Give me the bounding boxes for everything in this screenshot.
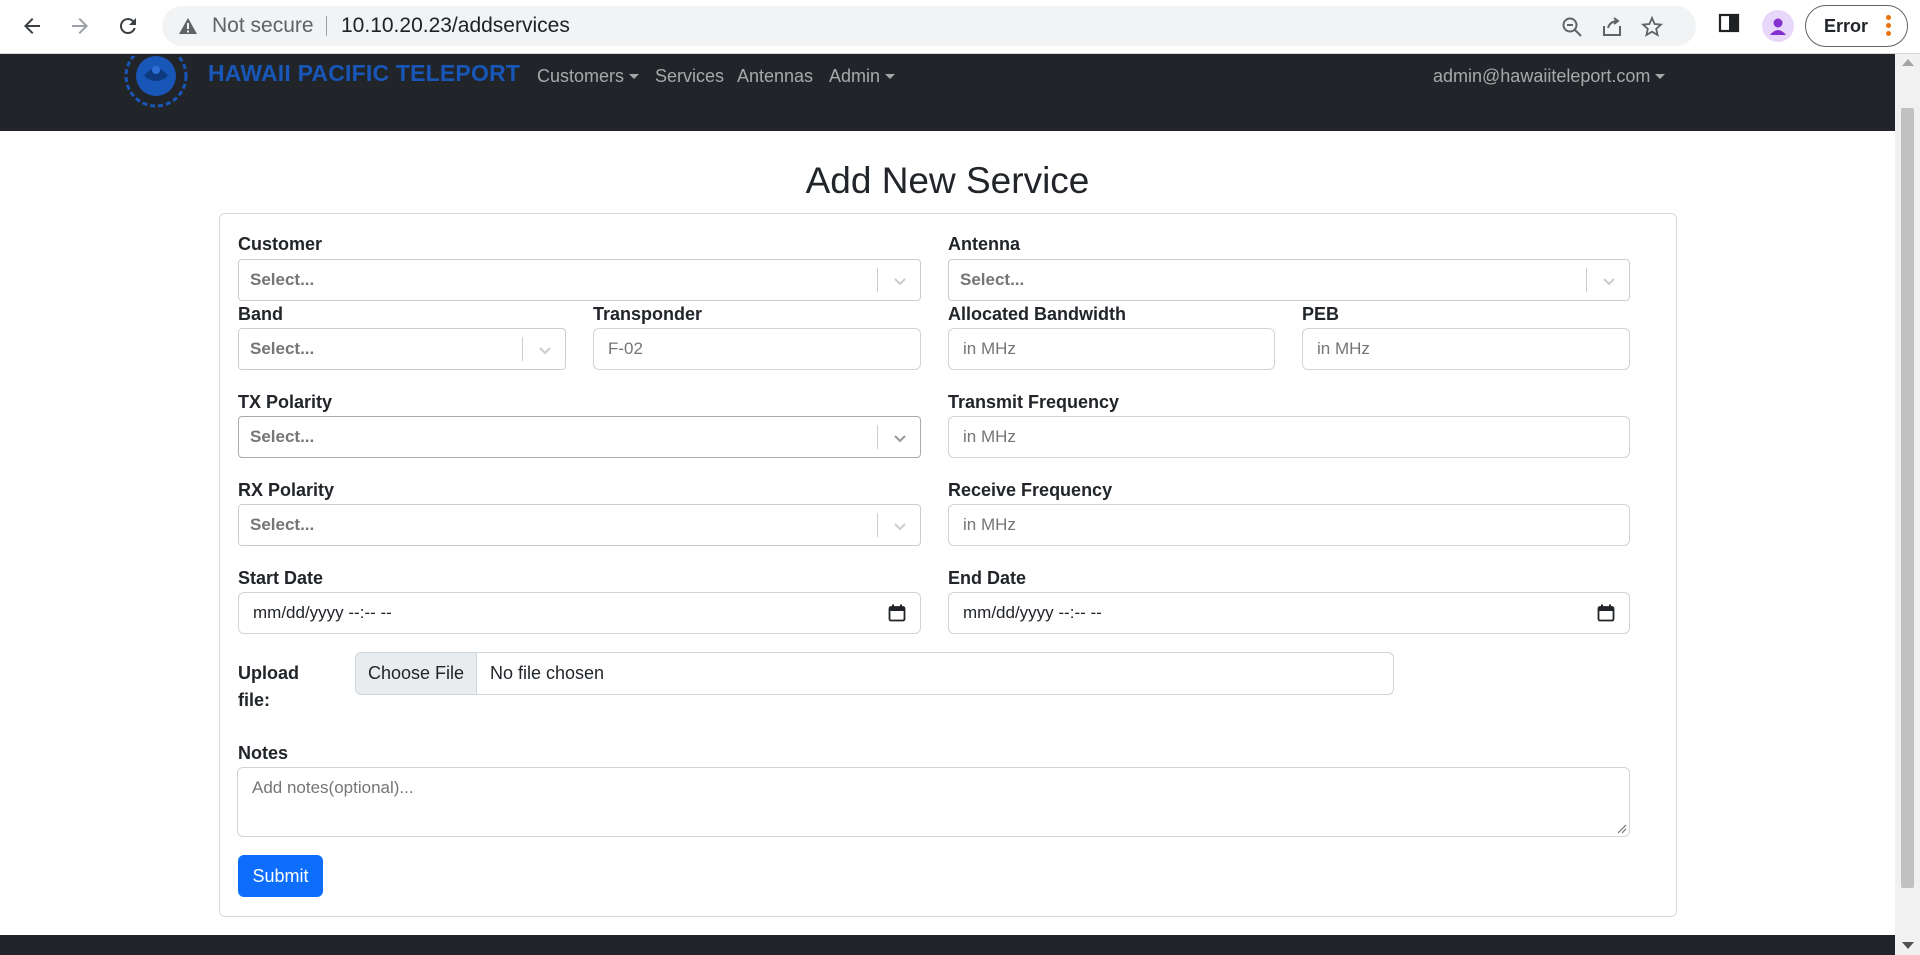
forward-button[interactable]	[63, 9, 97, 43]
nav-antennas-label: Antennas	[737, 66, 814, 86]
end-date-value: mm/dd/yyyy --:-- --	[963, 603, 1102, 622]
transponder-input[interactable]: F-02	[593, 328, 921, 370]
caret-down-icon	[629, 74, 640, 79]
side-panel-icon[interactable]	[1718, 12, 1740, 34]
reload-button[interactable]	[111, 9, 145, 43]
chevron-down-icon	[894, 435, 906, 443]
security-label: Not secure	[212, 14, 314, 37]
select-divider	[877, 268, 878, 292]
page-footer	[0, 935, 1895, 955]
brand-logo-icon	[124, 56, 188, 108]
brand-name: HAWAII PACIFIC TELEPORT	[208, 60, 521, 86]
bookmark-star-icon[interactable]	[1639, 14, 1665, 40]
vertical-scrollbar[interactable]	[1895, 54, 1920, 955]
band-select[interactable]: Select...	[238, 328, 566, 370]
chevron-down-icon	[539, 347, 551, 355]
scroll-up-arrow-icon[interactable]	[1902, 59, 1914, 66]
select-divider	[877, 425, 878, 449]
chevron-down-icon	[894, 523, 906, 531]
allocated-bandwidth-input[interactable]: in MHz	[948, 328, 1275, 370]
submit-button[interactable]: Submit	[238, 855, 323, 897]
choose-file-button[interactable]: Choose File	[356, 653, 477, 694]
start-date-value: mm/dd/yyyy --:-- --	[253, 603, 392, 622]
antenna-select-value: Select...	[960, 270, 1025, 289]
scrollbar-thumb[interactable]	[1901, 108, 1914, 888]
receive-frequency-label: Receive Frequency	[948, 480, 1113, 500]
file-status: No file chosen	[490, 663, 605, 683]
arrow-left-icon	[24, 18, 40, 34]
kebab-menu-icon[interactable]	[1886, 15, 1892, 39]
transponder-label: Transponder	[593, 304, 703, 324]
rx-polarity-select-value: Select...	[250, 515, 315, 534]
notes-textarea[interactable]: Add notes(optional)...	[237, 767, 1630, 837]
nav-admin-label: Admin	[829, 66, 881, 86]
profile-error-button[interactable]: Error	[1805, 5, 1908, 47]
resize-grip-icon[interactable]	[1617, 824, 1627, 834]
file-upload-input[interactable]: Choose File No file chosen	[355, 652, 1394, 695]
rx-polarity-label: RX Polarity	[238, 480, 335, 500]
reload-icon	[119, 18, 136, 35]
page-title: Add New Service	[805, 160, 1090, 201]
profile-avatar[interactable]	[1762, 10, 1794, 42]
band-select-value: Select...	[250, 339, 315, 358]
nav-services-label: Services	[655, 66, 725, 86]
peb-input[interactable]: in MHz	[1302, 328, 1630, 370]
customer-label: Customer	[238, 234, 323, 254]
start-date-label: Start Date	[238, 568, 324, 588]
upload-label-line1: Upload	[238, 663, 299, 683]
peb-label: PEB	[1302, 304, 1340, 324]
calendar-icon[interactable]	[1597, 604, 1615, 622]
back-button[interactable]	[15, 9, 49, 43]
caret-down-icon	[885, 74, 896, 79]
receive-frequency-input[interactable]: in MHz	[948, 504, 1630, 546]
customer-select-value: Select...	[250, 270, 315, 289]
end-date-label: End Date	[948, 568, 1027, 588]
band-label: Band	[238, 304, 283, 324]
antenna-label: Antenna	[948, 234, 1020, 254]
end-date-input[interactable]: mm/dd/yyyy --:-- --	[948, 592, 1630, 634]
browser-toolbar: Not secure 10.10.20.23/addservices Error	[0, 0, 1920, 54]
warning-icon	[179, 18, 197, 34]
address-bar[interactable]: Not secure 10.10.20.23/addservices	[162, 6, 1696, 46]
nav-antennas[interactable]: Antennas	[737, 54, 813, 98]
tx-polarity-select-value: Select...	[250, 427, 315, 446]
nav-customers[interactable]: Customers	[537, 54, 640, 98]
select-divider	[522, 337, 523, 361]
omnibox-divider	[326, 16, 327, 36]
transmit-frequency-label: Transmit Frequency	[948, 392, 1120, 412]
zoom-icon[interactable]	[1559, 14, 1585, 40]
share-icon[interactable]	[1599, 14, 1625, 40]
nav-user-menu[interactable]: admin@hawaiiteleport.com	[1433, 54, 1666, 98]
antenna-select[interactable]: Select...	[948, 259, 1630, 301]
customer-select[interactable]: Select...	[238, 259, 921, 301]
nav-user-label: admin@hawaiiteleport.com	[1433, 66, 1651, 86]
nav-admin[interactable]: Admin	[829, 54, 896, 98]
app-navbar: HAWAII PACIFIC TELEPORT Customers Servic…	[0, 54, 1895, 131]
tx-polarity-select[interactable]: Select...	[238, 416, 921, 458]
caret-down-icon	[1655, 74, 1666, 79]
allocated-bandwidth-label: Allocated Bandwidth	[948, 304, 1127, 324]
notes-label: Notes	[238, 743, 289, 763]
transmit-frequency-input[interactable]: in MHz	[948, 416, 1630, 458]
upload-label-line2: file:	[238, 690, 271, 710]
start-date-input[interactable]: mm/dd/yyyy --:-- --	[238, 592, 921, 634]
profile-error-label: Error	[1824, 16, 1869, 36]
arrow-right-icon	[72, 18, 88, 34]
person-icon	[1770, 18, 1786, 35]
calendar-icon[interactable]	[888, 604, 906, 622]
scroll-down-arrow-icon[interactable]	[1902, 942, 1914, 949]
nav-services[interactable]: Services	[655, 54, 724, 98]
notes-placeholder: Add notes(optional)...	[252, 778, 414, 797]
select-divider	[1586, 268, 1587, 292]
url-text: 10.10.20.23/addservices	[341, 14, 570, 37]
select-divider	[877, 513, 878, 537]
chevron-down-icon	[1603, 278, 1615, 286]
chevron-down-icon	[894, 278, 906, 286]
nav-customers-label: Customers	[537, 66, 625, 86]
tx-polarity-label: TX Polarity	[238, 392, 333, 412]
rx-polarity-select[interactable]: Select...	[238, 504, 921, 546]
